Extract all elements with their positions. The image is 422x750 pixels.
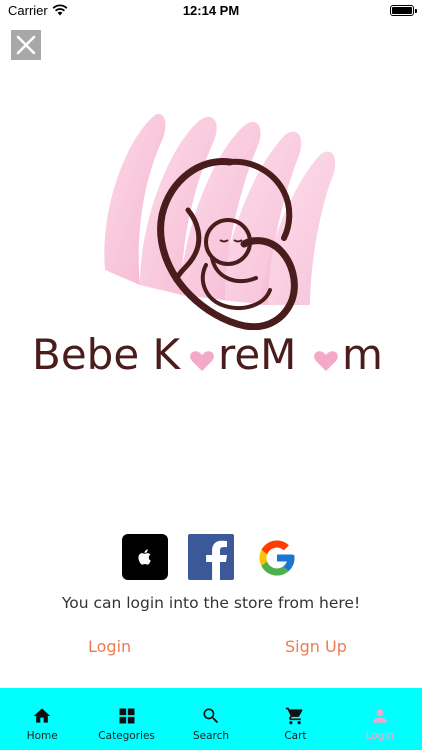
social-login-row [0, 533, 422, 581]
tab-label: Login [365, 730, 394, 742]
google-login-button[interactable] [256, 537, 298, 579]
tab-label: Home [26, 730, 58, 742]
battery-icon [390, 5, 417, 16]
apple-icon [138, 549, 151, 565]
logo-graphic [104, 114, 336, 331]
svg-text:m: m [342, 330, 383, 379]
clock: 12:14 PM [182, 3, 240, 18]
svg-text:Bebe K: Bebe K [32, 330, 182, 379]
login-hint-text: You can login into the store from here! [61, 594, 361, 612]
bottom-tab-bar: Home Categories Search Cart Login [0, 688, 422, 750]
tab-cart[interactable]: Cart [253, 688, 337, 750]
home-icon [33, 708, 51, 723]
person-icon [373, 709, 387, 723]
tab-label: Search [192, 730, 230, 742]
brand-logo: Bebe K reM m [30, 100, 392, 390]
cart-icon [286, 707, 303, 725]
tab-categories[interactable]: Categories [84, 688, 168, 750]
grid-icon [119, 708, 135, 724]
facebook-login-button[interactable] [188, 534, 234, 580]
brand-name: Bebe K reM m [30, 325, 392, 385]
heart-icon [314, 351, 338, 371]
tab-label: Cart [284, 730, 307, 742]
facebook-icon [206, 540, 227, 580]
status-bar: Carrier 12:14 PM [0, 0, 422, 22]
signup-link[interactable]: Sign Up [285, 637, 347, 656]
apple-login-button[interactable] [122, 534, 168, 580]
close-button[interactable] [11, 30, 41, 60]
tab-home[interactable]: Home [0, 688, 84, 750]
heart-icon [190, 351, 214, 371]
search-icon [203, 708, 219, 724]
svg-text:reM: reM [218, 330, 296, 379]
tab-login[interactable]: Login [338, 688, 422, 750]
tab-search[interactable]: Search [169, 688, 253, 750]
brand-wordmark: Bebe K reM m [32, 330, 383, 379]
tab-label: Categories [98, 730, 155, 742]
close-icon [16, 35, 36, 55]
login-link[interactable]: Login [88, 637, 131, 656]
google-icon [259, 540, 295, 576]
